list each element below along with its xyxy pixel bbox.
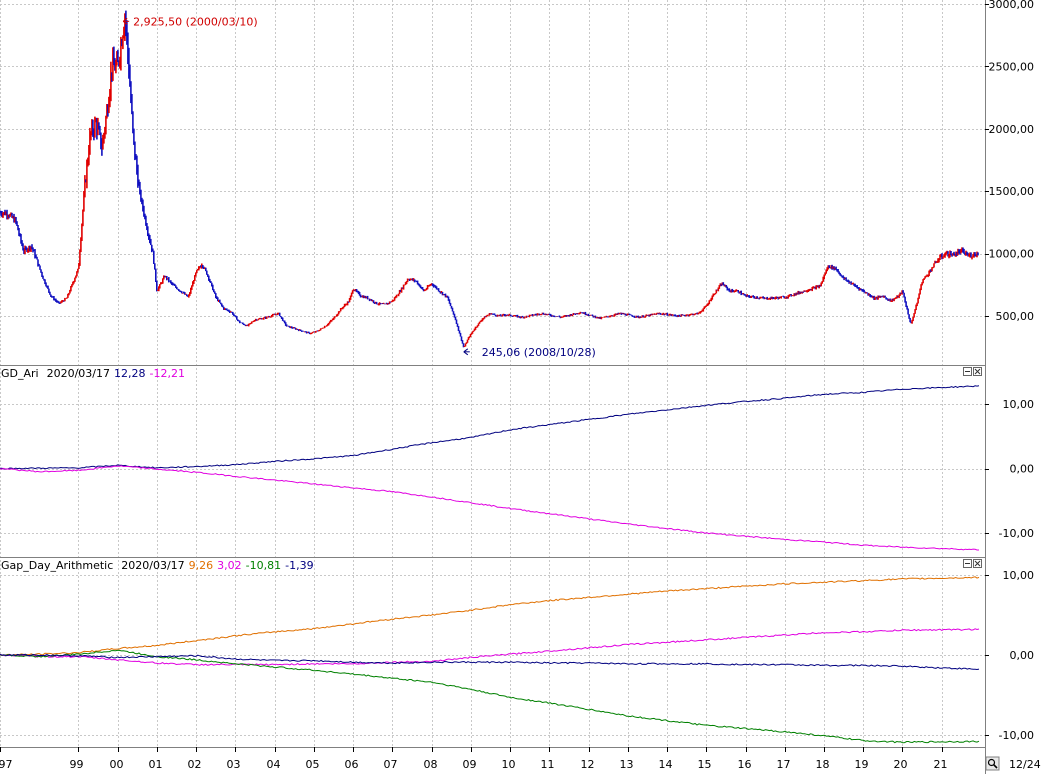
magnifier-icon[interactable] — [985, 756, 1000, 771]
x-tick-label: 11 — [541, 758, 555, 771]
x-tick-label: 14 — [659, 758, 673, 771]
indicator-value: 12,28 — [114, 367, 146, 380]
x-tick-label: 00 — [110, 758, 124, 771]
x-tick-label: 06 — [345, 758, 359, 771]
x-tick-label: 18 — [816, 758, 830, 771]
annotation-min: 245,06 (2008/10/28) — [482, 346, 596, 359]
x-tick-label: 10 — [502, 758, 516, 771]
indicator-date: 2020/03/17 — [47, 367, 110, 380]
x-tick-label: 17 — [777, 758, 791, 771]
y-tick-label: -10,00 — [999, 729, 1034, 742]
x-tick-label: 21 — [934, 758, 948, 771]
y-tick-label: 2000,00 — [989, 123, 1035, 136]
x-tick-label: 05 — [306, 758, 320, 771]
indicator-value: -12,21 — [150, 367, 185, 380]
footer-bar: 12/24 — [985, 756, 1041, 771]
x-tick-label: 13 — [620, 758, 634, 771]
y-tick-label: 500,00 — [996, 310, 1035, 323]
x-tick-label: 03 — [227, 758, 241, 771]
chart-background — [0, 0, 1042, 774]
x-tick-label: 97 — [0, 758, 13, 771]
indicator-name: GD_Ari — [1, 367, 39, 380]
x-tick-label: 02 — [188, 758, 202, 771]
y-tick-label: 0,00 — [1010, 463, 1035, 476]
x-tick-label: 16 — [738, 758, 752, 771]
x-tick-label: 07 — [384, 758, 398, 771]
y-tick-label: 10,00 — [1003, 398, 1035, 411]
y-tick-label: -10,00 — [999, 527, 1034, 540]
x-tick-label: 08 — [424, 758, 438, 771]
panel-title: GD_Ari 2020/03/17 12,28 -12,21 — [1, 367, 185, 380]
y-tick-label: 0,00 — [1010, 649, 1035, 662]
x-tick-label: 04 — [267, 758, 281, 771]
panel-title: Gap_Day_Arithmetic 2020/03/17 9,26 3,02 -10,… — [1, 559, 314, 572]
footer-date: 12/24 — [1009, 758, 1041, 771]
y-tick-label: 1500,00 — [989, 185, 1035, 198]
indicator-value: -10,81 — [246, 559, 281, 572]
x-tick-label: 99 — [70, 758, 84, 771]
gd-ari-legend: GD_Ari 2020/03/17 12,28 -12,21 — [1, 367, 185, 380]
y-tick-label: 2500,00 — [989, 60, 1035, 73]
indicator-name: Gap_Day_Arithmetic — [1, 559, 113, 572]
indicator-value: 3,02 — [217, 559, 242, 572]
indicator-value: 9,26 — [189, 559, 214, 572]
x-tick-label: 15 — [698, 758, 712, 771]
x-tick-label: 09 — [463, 758, 477, 771]
stock-chart[interactable]: 500,00 1000,00 1500,00 2000,00 2500,00 3000,0… — [0, 0, 1042, 774]
y-tick-label: 10,00 — [1003, 569, 1035, 582]
x-tick-label: 01 — [149, 758, 163, 771]
indicator-value: -1,39 — [285, 559, 313, 572]
y-tick-label: 1000,00 — [989, 248, 1035, 261]
x-tick-label: 19 — [855, 758, 869, 771]
gap-day-arithmetic-legend: Gap_Day_Arithmetic 2020/03/17 9,26 3,02 -10,… — [1, 559, 314, 572]
x-tick-label: 12 — [581, 758, 595, 771]
y-tick-label: 3000,00 — [989, 0, 1035, 11]
x-tick-label: 20 — [894, 758, 908, 771]
annotation-max: 2,925,50 (2000/03/10) — [133, 15, 257, 28]
indicator-date: 2020/03/17 — [121, 559, 184, 572]
